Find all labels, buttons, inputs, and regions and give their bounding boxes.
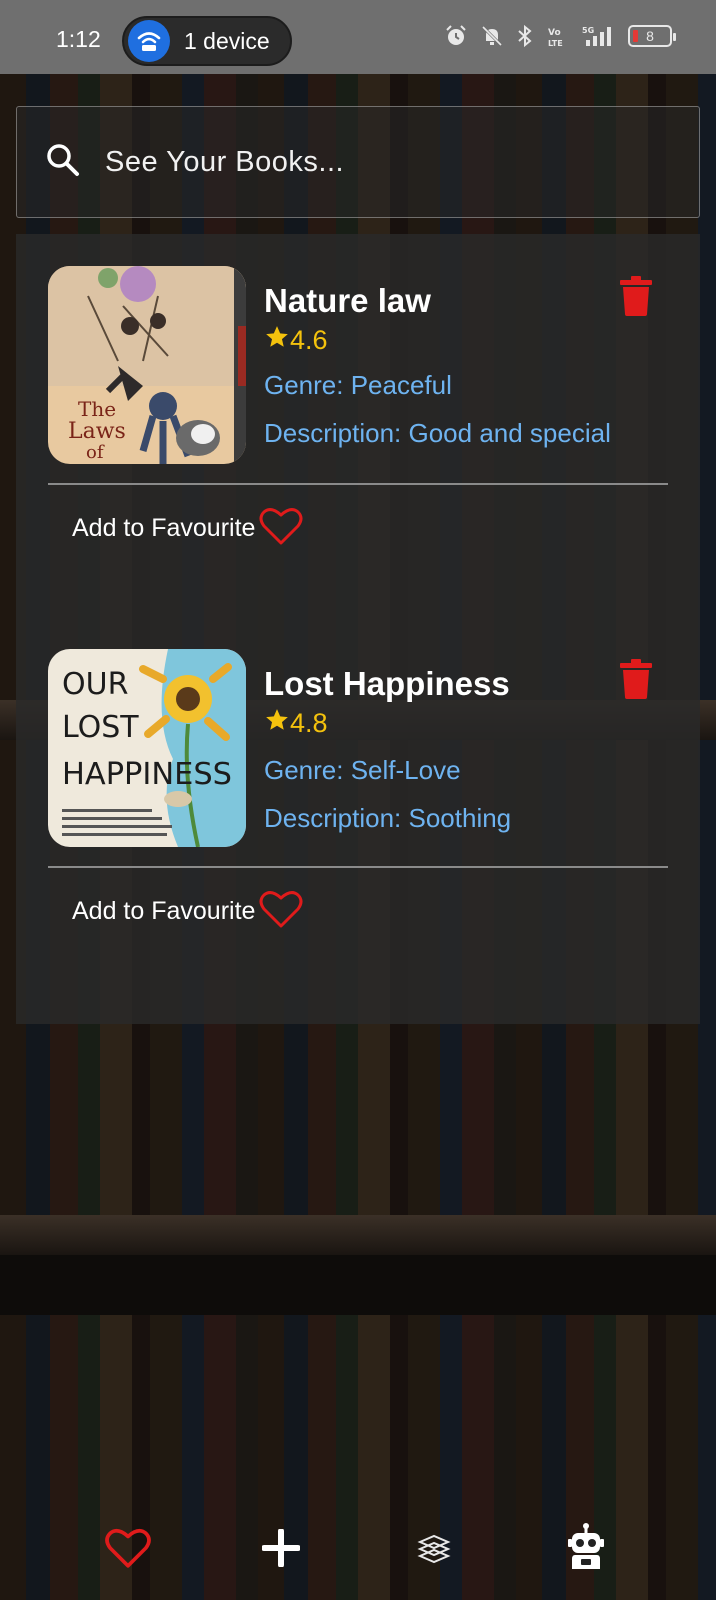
robot-icon — [566, 1522, 606, 1578]
alarm-icon — [444, 24, 468, 48]
book-title: Nature law — [264, 282, 431, 319]
nav-books-button[interactable] — [404, 1520, 464, 1580]
books-icon — [416, 1532, 452, 1569]
cover-title-line: LOST — [62, 710, 139, 745]
svg-text:LTE: LTE — [548, 39, 563, 48]
svg-text:5G: 5G — [582, 26, 594, 35]
search-bar — [16, 106, 700, 218]
trash-icon — [620, 276, 652, 320]
volte-icon: Vo LTE — [546, 24, 568, 48]
star-icon — [264, 324, 290, 357]
book-cover-image: OUR LOST HAPPINESS — [48, 649, 246, 847]
delete-button[interactable] — [620, 659, 652, 699]
status-time: 1:12 — [56, 26, 101, 52]
plus-icon — [261, 1527, 301, 1572]
heart-icon — [104, 1527, 152, 1574]
search-input[interactable] — [105, 145, 645, 179]
heart-outline-icon — [259, 506, 303, 551]
nav-assistant-button[interactable] — [556, 1520, 616, 1580]
book-card: The Laws of Nature law 4.6 Genre: Peacef… — [16, 234, 700, 629]
trash-icon — [620, 659, 652, 703]
book-rating: 4.6 — [264, 324, 328, 357]
book-list: The Laws of Nature law 4.6 Genre: Peacef… — [16, 234, 700, 1024]
bottom-navigation — [0, 1510, 716, 1600]
battery-icon: 8 — [628, 25, 676, 47]
signal-5g-icon: 5G — [580, 24, 616, 48]
svg-text:Vo: Vo — [548, 28, 561, 38]
rating-value: 4.8 — [290, 708, 328, 738]
divider — [48, 866, 668, 868]
device-count-label: 1 device — [184, 27, 270, 54]
add-to-favourite-button[interactable]: Add to Favourite — [72, 889, 303, 934]
cover-title-line: HAPPINESS — [62, 757, 232, 792]
book-cover-image: The Laws of — [48, 266, 246, 464]
cover-title-line: OUR — [62, 667, 128, 702]
connected-devices-pill[interactable]: 1 device — [122, 16, 292, 66]
star-icon — [264, 707, 290, 740]
book-description: Description: Good and special — [264, 418, 611, 448]
cover-title-line: Laws — [68, 419, 126, 444]
bluetooth-icon — [516, 24, 534, 48]
status-bar: 1:12 1 device Vo LTE 5G 8 — [0, 0, 716, 74]
hotspot-icon — [128, 20, 170, 62]
add-to-favourite-label: Add to Favourite — [72, 897, 256, 925]
search-icon[interactable] — [45, 142, 81, 183]
book-rating: 4.8 — [264, 707, 328, 740]
cover-title-line: The — [78, 397, 116, 421]
rating-value: 4.6 — [290, 325, 328, 355]
divider — [48, 483, 668, 485]
add-to-favourite-label: Add to Favourite — [72, 514, 256, 542]
add-to-favourite-button[interactable]: Add to Favourite — [72, 506, 303, 551]
book-card: OUR LOST HAPPINESS Lost Happiness 4.8 Ge… — [16, 623, 700, 1018]
mute-icon — [480, 24, 504, 48]
battery-level: 8 — [646, 28, 654, 44]
nav-add-book-button[interactable] — [251, 1520, 311, 1580]
delete-button[interactable] — [620, 276, 652, 316]
book-genre: Genre: Peaceful — [264, 370, 452, 400]
book-genre: Genre: Self-Love — [264, 755, 461, 785]
nav-favourites-button[interactable] — [98, 1520, 158, 1580]
heart-outline-icon — [259, 889, 303, 934]
cover-title-line: of — [86, 442, 105, 463]
book-description: Description: Soothing — [264, 803, 512, 833]
book-title: Lost Happiness — [264, 665, 510, 702]
